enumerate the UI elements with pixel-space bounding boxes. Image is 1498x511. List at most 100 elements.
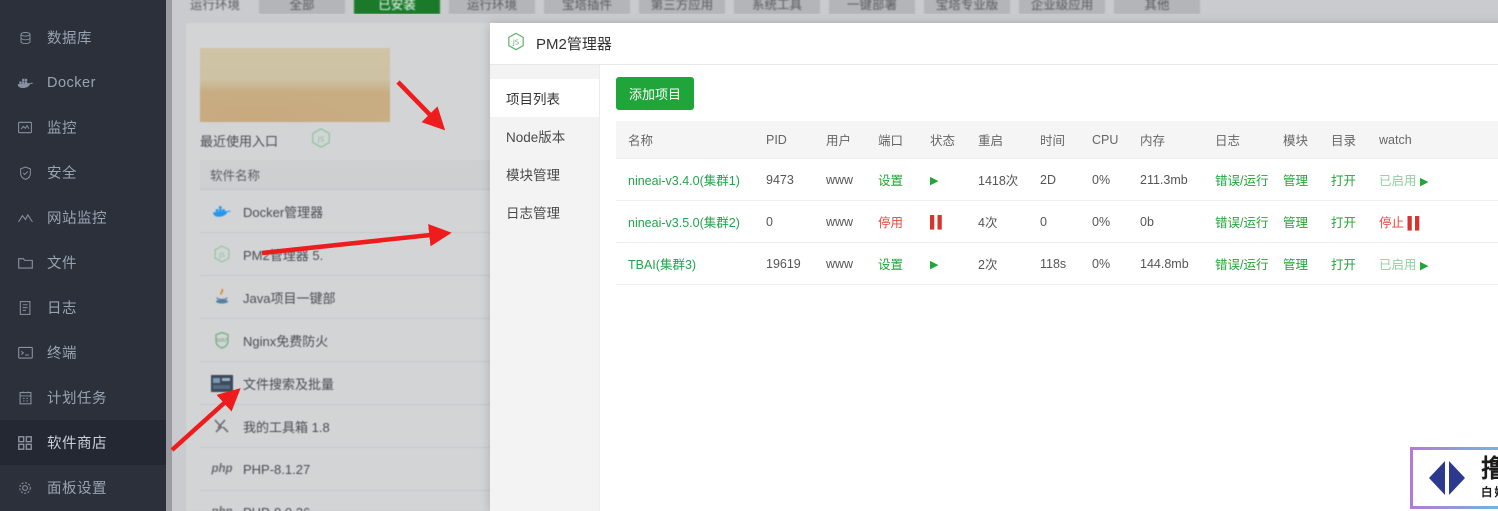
- software-list-item-label: 我的工具箱 1.8: [243, 419, 330, 435]
- watch-status-label[interactable]: 停止: [1379, 216, 1404, 230]
- watermark-main-label: 撸撸资源: [1481, 454, 1498, 483]
- sidebar-item-10[interactable]: 软件商店: [0, 420, 172, 465]
- sidebar-item-9[interactable]: 计划任务: [0, 375, 172, 420]
- category-tab-8[interactable]: 宝塔专业版: [924, 0, 1010, 14]
- directory-link[interactable]: 打开: [1331, 174, 1356, 188]
- restart-count: 1418次: [978, 174, 1019, 188]
- software-list-item[interactable]: Java项目一键部: [200, 276, 500, 319]
- log-link[interactable]: 错误/运行: [1215, 174, 1268, 188]
- category-tab-0[interactable]: 运行环境: [180, 0, 250, 14]
- software-list-item-label: Nginx免费防火: [243, 333, 329, 349]
- sidebar-item-7[interactable]: 日志: [0, 285, 172, 330]
- software-list-item-label: PHP-8.0.26: [243, 505, 310, 511]
- column-header-0: 名称: [616, 121, 766, 159]
- sidebar-item-3[interactable]: 监控: [0, 105, 172, 150]
- sidebar-item-4[interactable]: 安全: [0, 150, 172, 195]
- table-row: TBAI(集群3) 19619 www 设置 ▶ 2次 118s 0% 144.8mb 错误/运行…: [616, 242, 1498, 285]
- category-tab-1[interactable]: 全部: [259, 0, 345, 14]
- dialog-menu-item-label: 项目列表: [506, 92, 560, 107]
- category-tab-4[interactable]: 宝塔插件: [544, 0, 630, 14]
- projects-table-header-row: 名称PID用户端口状态重启时间CPU内存日志模块目录watch操作: [616, 121, 1498, 159]
- category-tab-label: 第三方应用: [650, 0, 714, 12]
- software-list-item-label: PM2管理器 5.: [243, 247, 324, 263]
- sidebar-item-0[interactable]: 网站: [0, 0, 172, 15]
- terminal-icon: [14, 344, 36, 362]
- status-cell: ▶: [930, 158, 978, 201]
- add-project-button[interactable]: 添加项目: [616, 77, 695, 110]
- directory-link[interactable]: 打开: [1331, 258, 1356, 272]
- play-icon[interactable]: ▶: [1420, 176, 1428, 188]
- pm2-js-icon: JS: [210, 243, 234, 265]
- software-list-item[interactable]: WAF Nginx免费防火: [200, 319, 500, 362]
- pause-icon[interactable]: ▌▌: [930, 215, 946, 229]
- watermark-logo-icon: [1419, 458, 1475, 498]
- restart-count: 2次: [978, 258, 998, 272]
- category-tab-5[interactable]: 第三方应用: [639, 0, 725, 14]
- sidebar-item-label: 数据库: [47, 31, 92, 47]
- dialog-menu-item-0[interactable]: 项目列表: [490, 79, 599, 117]
- category-tab-10[interactable]: 其他: [1114, 0, 1200, 14]
- sidebar-item-label: 监控: [47, 121, 77, 137]
- software-list-item[interactable]: php PHP-8.1.27: [200, 448, 500, 491]
- play-icon[interactable]: ▶: [930, 175, 938, 187]
- svg-text:JS: JS: [317, 135, 325, 144]
- software-list-item[interactable]: 文件搜索及批量: [200, 362, 500, 405]
- globe-icon: [14, 0, 36, 2]
- port-link[interactable]: 设置: [878, 258, 903, 272]
- project-name-link[interactable]: TBAI(集群3): [628, 258, 696, 272]
- directory-link[interactable]: 打开: [1331, 216, 1356, 230]
- category-tab-label: 一键部署: [846, 0, 897, 12]
- port-link[interactable]: 设置: [878, 174, 903, 188]
- column-header-label: 日志: [1215, 134, 1241, 148]
- play-icon[interactable]: ▶: [930, 259, 938, 271]
- category-tab-2[interactable]: 已安装: [354, 0, 440, 14]
- table-row: nineai-v3.5.0(集群2) 0 www 停用 ▌▌ 4次 0 0% 0b 错误/运行 管理…: [616, 200, 1498, 243]
- project-name-link[interactable]: nineai-v3.5.0(集群2): [628, 216, 740, 230]
- category-tab-9[interactable]: 企业级应用: [1019, 0, 1105, 14]
- column-header-label: PID: [766, 132, 787, 147]
- software-list-item[interactable]: 我的工具箱 1.8: [200, 405, 500, 448]
- cpu-usage: 0%: [1092, 172, 1111, 187]
- pm2-js-icon[interactable]: JS: [310, 127, 332, 149]
- category-tab-3[interactable]: 运行环境: [449, 0, 535, 14]
- watermark-badge: 撸撸资源® 白嫖互联网资源的网站: [1410, 447, 1498, 509]
- sidebar-item-11[interactable]: 面板设置: [0, 465, 172, 510]
- log-link[interactable]: 错误/运行: [1215, 258, 1268, 272]
- project-user: www: [826, 214, 854, 229]
- dialog-menu-item-1[interactable]: Node版本: [490, 117, 599, 155]
- module-link[interactable]: 管理: [1283, 216, 1308, 230]
- software-list-item-label: Java项目一键部: [243, 290, 336, 306]
- status-cell: ▶: [930, 242, 978, 285]
- play-icon[interactable]: ▶: [1420, 260, 1428, 272]
- log-link[interactable]: 错误/运行: [1215, 216, 1268, 230]
- sidebar-item-2[interactable]: Docker: [0, 60, 172, 105]
- watch-status-label[interactable]: 已启用: [1379, 174, 1417, 188]
- module-link[interactable]: 管理: [1283, 174, 1308, 188]
- module-link[interactable]: 管理: [1283, 258, 1308, 272]
- sidebar-item-5[interactable]: 网站监控: [0, 195, 172, 240]
- software-list-item[interactable]: php PHP-8.0.26: [200, 491, 500, 511]
- project-name-link[interactable]: nineai-v3.4.0(集群1): [628, 174, 740, 188]
- column-header-label: CPU: [1092, 132, 1119, 147]
- java-icon: [210, 286, 234, 308]
- watch-status-label[interactable]: 已启用: [1379, 258, 1417, 272]
- software-list-item[interactable]: Docker管理器: [200, 190, 500, 233]
- memory-usage: 211.3mb: [1140, 172, 1188, 187]
- docker-whale-icon: [210, 200, 234, 222]
- software-list-item[interactable]: JS PM2管理器 5.: [200, 233, 500, 276]
- software-list-item-label: 文件搜索及批量: [243, 376, 335, 392]
- port-link[interactable]: 停用: [878, 216, 903, 230]
- shield-icon: [14, 164, 36, 182]
- sidebar-item-8[interactable]: 终端: [0, 330, 172, 375]
- dialog-menu-item-3[interactable]: 日志管理: [490, 193, 599, 231]
- column-header-11: 目录: [1331, 121, 1379, 159]
- memory-usage: 0b: [1140, 214, 1154, 229]
- sidebar-item-6[interactable]: 文件: [0, 240, 172, 285]
- pm2-manager-dialog: JS PM2管理器 项目列表 Node版本 模块管理 日志管理 添加项目 名称 PID 用…: [490, 23, 1498, 511]
- category-tab-6[interactable]: 系统工具: [734, 0, 820, 14]
- sidebar-item-1[interactable]: 数据库: [0, 15, 172, 60]
- category-tab-7[interactable]: 一键部署: [829, 0, 915, 14]
- pause-icon[interactable]: ▌▌: [1408, 216, 1424, 230]
- sidebar-item-label: 安全: [47, 166, 77, 182]
- dialog-menu-item-2[interactable]: 模块管理: [490, 155, 599, 193]
